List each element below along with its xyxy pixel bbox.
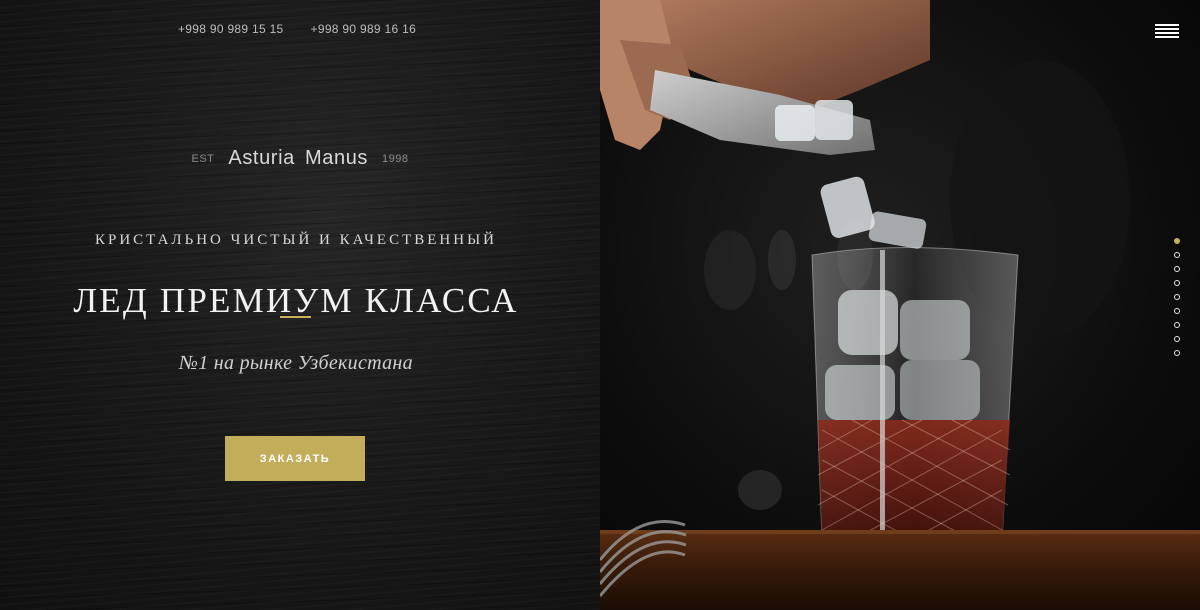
- slide-pagination: [1174, 238, 1180, 356]
- bartender-ice-photo: [600, 0, 1200, 610]
- hamburger-menu-icon[interactable]: [1155, 24, 1179, 38]
- pagination-dot-8[interactable]: [1174, 336, 1180, 342]
- pagination-dot-4[interactable]: [1174, 280, 1180, 286]
- brand-logo[interactable]: EST Asturia Manus 1998: [0, 147, 600, 170]
- brand-year: 1998: [382, 152, 409, 165]
- pagination-dot-5[interactable]: [1174, 294, 1180, 300]
- phone-link-1[interactable]: +998 90 989 15 15: [178, 22, 284, 36]
- pagination-dot-2[interactable]: [1174, 252, 1180, 258]
- hero-section: +998 90 989 15 15 +998 90 989 16 16 EST …: [0, 0, 1200, 610]
- hero-photo: [600, 0, 1200, 610]
- hero-subtitle: КРИСТАЛЬНО ЧИСТЫЙ И КАЧЕСТВЕННЫЙ: [94, 232, 497, 248]
- order-button[interactable]: ЗАКАЗАТЬ: [225, 436, 365, 481]
- brand-name: Asturia Manus: [228, 147, 369, 169]
- gold-divider: [280, 316, 311, 318]
- pagination-dot-9[interactable]: [1174, 350, 1180, 356]
- hero-left-panel: +998 90 989 15 15 +998 90 989 16 16 EST …: [0, 0, 600, 610]
- phone-numbers: +998 90 989 15 15 +998 90 989 16 16: [178, 22, 416, 36]
- pagination-dot-3[interactable]: [1174, 266, 1180, 272]
- brand-est: EST: [191, 152, 215, 165]
- phone-link-2[interactable]: +998 90 989 16 16: [311, 22, 417, 36]
- hero-tagline: №1 на рынке Узбекистана: [179, 352, 413, 374]
- pagination-dot-6[interactable]: [1174, 308, 1180, 314]
- pagination-dot-1[interactable]: [1174, 238, 1180, 244]
- pagination-dot-7[interactable]: [1174, 322, 1180, 328]
